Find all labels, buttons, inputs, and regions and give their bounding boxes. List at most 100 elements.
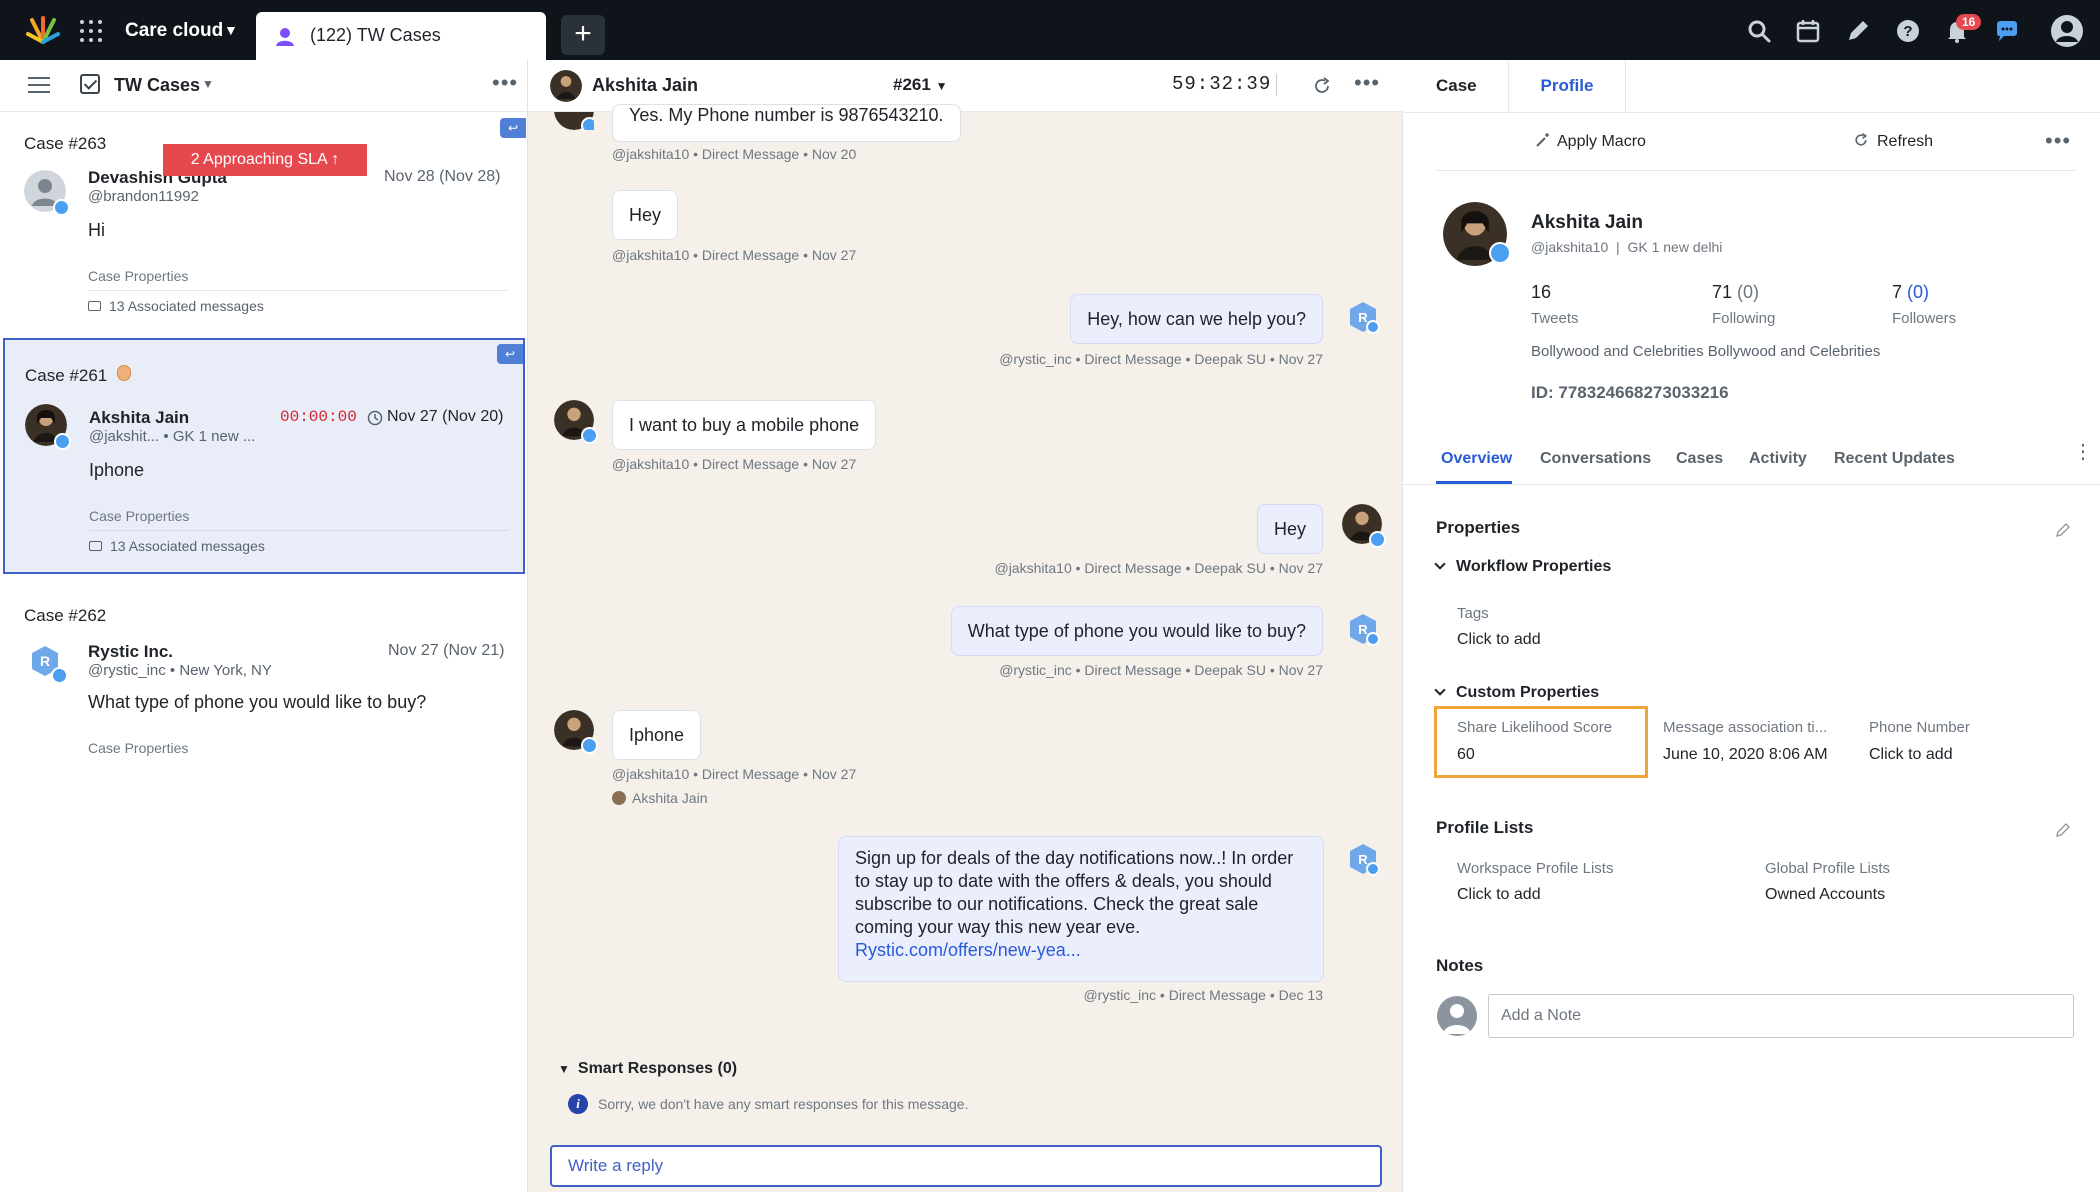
customer-name[interactable]: Rystic Inc.: [88, 642, 173, 662]
sla-warning-banner[interactable]: 2 Approaching SLA ↑: [163, 144, 367, 176]
following-count[interactable]: 71 (0): [1712, 282, 1759, 303]
message-meta: @jakshita10 • Direct Message • Nov 27: [612, 456, 857, 472]
profile-avatar[interactable]: [1443, 202, 1511, 266]
tweets-count: 16: [1531, 282, 1552, 302]
hamburger-menu-icon[interactable]: [28, 77, 50, 93]
apply-macro-button[interactable]: Apply Macro: [1535, 132, 1646, 151]
smart-responses-toggle[interactable]: ▼ Smart Responses (0): [558, 1060, 737, 1078]
case-list-title[interactable]: TW Cases: [114, 75, 200, 96]
pencil-icon[interactable]: [1845, 18, 1871, 44]
twitter-badge-icon: [581, 117, 594, 130]
conversation-panel: Akshita Jain #261 ▼ 59:32:39 ••• Yes. My…: [528, 60, 1403, 1192]
message-preview: What type of phone you would like to buy…: [88, 692, 427, 712]
more-options-icon[interactable]: •••: [1354, 72, 1380, 94]
calendar-icon[interactable]: [1795, 18, 1821, 44]
search-icon[interactable]: [1746, 18, 1772, 44]
message-bubble-outgoing[interactable]: What type of phone you would like to buy…: [950, 606, 1323, 656]
subtab-cases[interactable]: Cases: [1676, 450, 1723, 468]
message-meta: @jakshita10 • Direct Message • Nov 27: [612, 247, 857, 263]
workflow-properties-toggle[interactable]: Workflow Properties: [1434, 558, 1611, 576]
refresh-button[interactable]: Refresh: [1853, 132, 1933, 151]
case-id-dropdown[interactable]: #261 ▼: [893, 75, 947, 95]
subtab-activity[interactable]: Activity: [1749, 450, 1807, 468]
user-avatar: [1437, 996, 1477, 1036]
avatar: [554, 710, 598, 754]
notes-title: Notes: [1436, 956, 1484, 975]
smart-responses-note: Sorry, we don't have any smart responses…: [598, 1096, 969, 1112]
message-bubble-incoming[interactable]: Yes. My Phone number is 9876543210.: [612, 104, 961, 142]
tab-label: (122) TW Cases: [310, 25, 441, 45]
case-card[interactable]: ↩ Case #263 Devashish Gupta @brandon1199…: [4, 112, 526, 314]
message-bubble-outgoing[interactable]: Hey: [1256, 504, 1323, 554]
message-preview: Iphone: [89, 460, 145, 480]
tab-tw-cases[interactable]: (122) TW Cases: [256, 12, 546, 60]
message-bubble-outgoing[interactable]: Hey, how can we help you?: [1070, 294, 1323, 344]
select-all-checkbox[interactable]: [80, 74, 100, 94]
customer-handle: @jakshit... • GK 1 new ...: [89, 428, 256, 445]
add-tab-button[interactable]: +: [561, 15, 605, 55]
macro-wand-icon: [1536, 133, 1549, 147]
custom-field-value[interactable]: Click to add: [1869, 746, 1953, 764]
refresh-icon[interactable]: [1312, 76, 1332, 96]
edit-pencil-icon[interactable]: [2055, 822, 2071, 838]
case-card-selected[interactable]: ↩ Case #261 Akshita Jain @jakshit... • G…: [3, 338, 525, 574]
sprinklr-logo-icon[interactable]: [26, 16, 60, 44]
message-bubble-incoming[interactable]: Hey: [612, 190, 679, 240]
add-note-input[interactable]: Add a Note: [1488, 994, 2074, 1038]
svg-text:R: R: [40, 653, 50, 669]
tab-case[interactable]: Case: [1436, 60, 1477, 112]
message-link[interactable]: Rystic.com/offers/new-yea...: [855, 940, 1081, 960]
chevron-down-icon: [1434, 558, 1446, 570]
associated-messages[interactable]: 13 Associated messages: [89, 538, 265, 554]
message-bubble-incoming[interactable]: I want to buy a mobile phone: [612, 400, 877, 450]
chevron-down-icon: ▼: [935, 79, 948, 93]
reply-input[interactable]: Write a reply: [550, 1145, 1382, 1187]
more-options-icon[interactable]: •••: [2045, 130, 2071, 152]
message-bubble-outgoing[interactable]: Sign up for deals of the day notificatio…: [838, 836, 1324, 982]
customer-handle: @brandon11992: [88, 188, 199, 205]
message-meta: @jakshita10 • Direct Message • Nov 20: [612, 146, 857, 162]
avatar: [1342, 504, 1386, 548]
account-icon[interactable]: [2050, 14, 2084, 48]
customer-name[interactable]: Akshita Jain: [89, 408, 189, 428]
message-bubble-incoming[interactable]: Iphone: [612, 710, 702, 760]
priority-flag-icon: [117, 365, 131, 381]
conversation-title[interactable]: Akshita Jain: [592, 75, 698, 96]
tab-profile[interactable]: Profile: [1508, 60, 1626, 112]
case-list-header: TW Cases ▼ •••: [0, 60, 528, 112]
kebab-menu-icon[interactable]: ⋮: [2073, 442, 2093, 462]
case-date: Nov 27 (Nov 20): [387, 408, 504, 425]
avatar: [554, 400, 598, 444]
avatar[interactable]: [24, 170, 70, 216]
subtab-overview[interactable]: Overview: [1441, 450, 1512, 468]
avatar[interactable]: R: [28, 644, 68, 684]
message-preview: Hi: [88, 220, 105, 240]
followers-count[interactable]: 7 (0): [1892, 282, 1929, 303]
avatar[interactable]: [25, 404, 71, 450]
subtab-recent-updates[interactable]: Recent Updates: [1834, 450, 1955, 468]
chat-icon[interactable]: [1994, 18, 2020, 44]
help-icon[interactable]: ?: [1895, 18, 1921, 44]
workspace-lists-value[interactable]: Click to add: [1457, 886, 1541, 904]
tags-value[interactable]: Click to add: [1457, 631, 1541, 649]
twitter-badge-icon: [53, 199, 70, 216]
app-launcher-grid-icon[interactable]: [80, 20, 102, 42]
case-properties-label: Case Properties: [88, 268, 189, 284]
edit-pencil-icon[interactable]: [2055, 522, 2071, 538]
case-properties-label: Case Properties: [88, 740, 189, 756]
subtab-conversations[interactable]: Conversations: [1540, 450, 1651, 468]
profile-handle-location: @jakshita10 | GK 1 new delhi: [1531, 239, 1723, 255]
case-card[interactable]: Case #262 R Rystic Inc. @rystic_inc • Ne…: [4, 600, 526, 780]
custom-field-value[interactable]: 60: [1457, 746, 1475, 764]
associated-messages[interactable]: 13 Associated messages: [88, 298, 264, 314]
more-options-icon[interactable]: •••: [492, 72, 518, 94]
divider: [1436, 170, 2076, 171]
app-name[interactable]: Care cloud: [125, 20, 223, 42]
profile-name[interactable]: Akshita Jain: [1531, 212, 1643, 234]
avatar[interactable]: [550, 70, 582, 102]
chevron-down-icon[interactable]: ▼: [224, 22, 238, 38]
custom-properties-toggle[interactable]: Custom Properties: [1434, 684, 1599, 702]
chevron-down-icon[interactable]: ▼: [202, 77, 214, 91]
case-number: Case #262: [24, 606, 107, 625]
custom-field-value[interactable]: June 10, 2020 8:06 AM: [1663, 746, 1828, 764]
